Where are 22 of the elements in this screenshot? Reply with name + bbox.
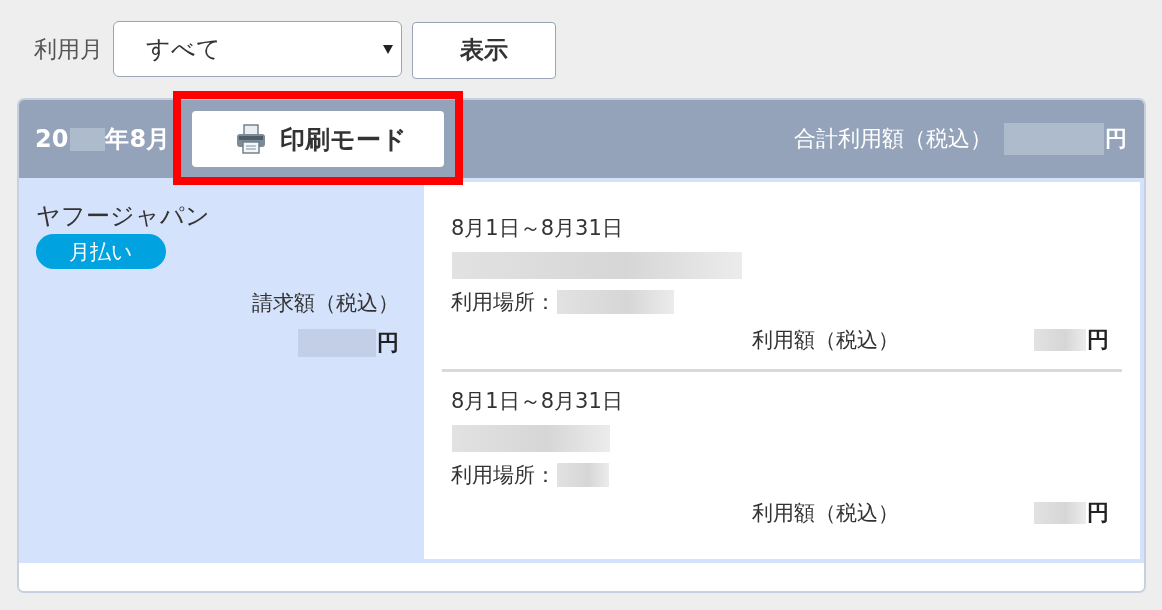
currency-text: 円 xyxy=(1087,499,1109,527)
month-label: 利用月 xyxy=(33,34,103,64)
currency-text: 円 xyxy=(1105,125,1127,153)
total-label: 合計利用額（税込） xyxy=(794,125,992,153)
amount-label: 利用額（税込） xyxy=(752,327,899,353)
billing-label: 請求額（税込） xyxy=(252,290,399,317)
show-button[interactable]: 表示 xyxy=(412,21,556,79)
print-mode-button[interactable]: 印刷モード xyxy=(192,111,445,167)
currency-text: 円 xyxy=(1087,326,1109,354)
caret-icon xyxy=(383,43,393,54)
currency-text: 円 xyxy=(377,329,399,357)
period-text: 8月1日～8月31日 xyxy=(451,215,623,241)
period-text: 8月1日～8月31日 xyxy=(451,388,623,414)
place-label: 利用場所： xyxy=(451,462,556,488)
payment-badge: 月払い xyxy=(36,234,166,269)
month-select[interactable]: すべて xyxy=(113,20,402,77)
printer-icon xyxy=(235,124,266,154)
year-prefix: 20 xyxy=(35,124,69,154)
month-text: 年8月 xyxy=(105,124,171,154)
amount-label: 利用額（税込） xyxy=(752,500,899,526)
place-label: 利用場所： xyxy=(451,289,556,315)
merchant-name: ヤフージャパン xyxy=(36,201,210,232)
